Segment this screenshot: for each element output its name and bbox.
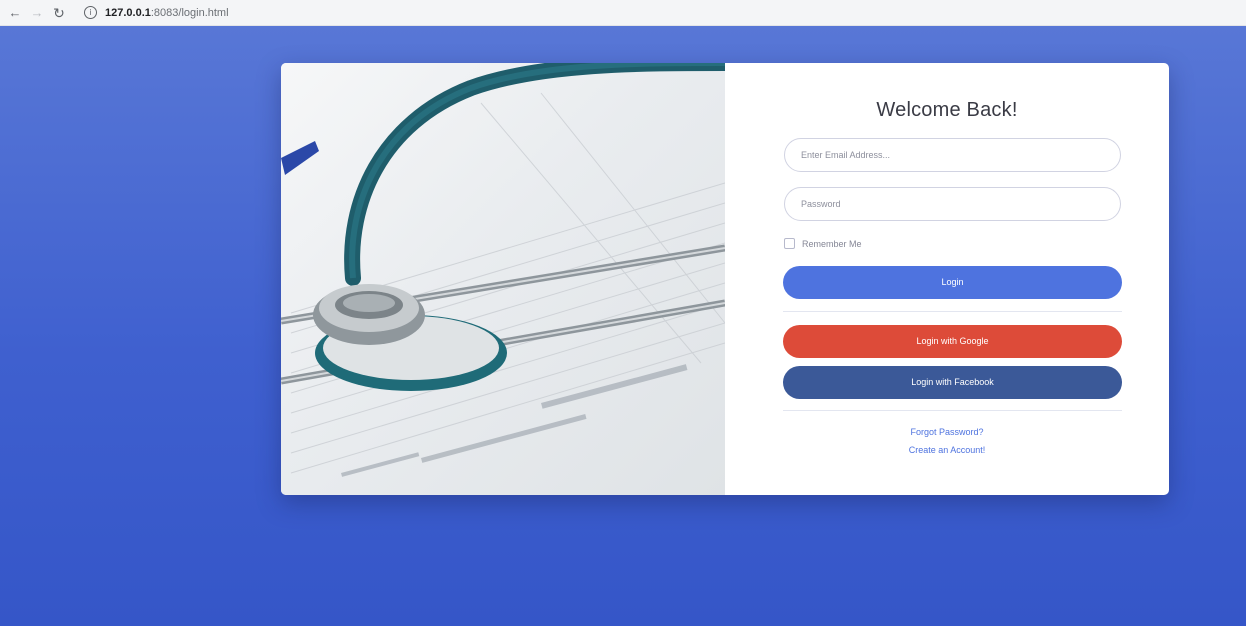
divider — [783, 410, 1122, 411]
password-field[interactable] — [784, 187, 1121, 221]
remember-label: Remember Me — [802, 238, 862, 249]
login-facebook-button[interactable]: Login with Facebook — [783, 366, 1122, 399]
browser-toolbar: ← → ↻ i 127.0.0.1:8083/login.html — [0, 0, 1246, 26]
stethoscope-image — [281, 63, 725, 495]
reload-icon[interactable]: ↻ — [48, 0, 70, 26]
address-bar[interactable]: i 127.0.0.1:8083/login.html — [84, 0, 229, 26]
url-path: :8083/login.html — [150, 6, 229, 19]
login-form: Welcome Back! Remember Me Login Login wi… — [725, 63, 1169, 495]
login-google-button[interactable]: Login with Google — [783, 325, 1122, 358]
url-host: 127.0.0.1 — [105, 6, 151, 19]
forgot-password-link[interactable]: Forgot Password? — [725, 427, 1169, 437]
stethoscope-illustration — [281, 63, 725, 477]
back-arrow-icon[interactable]: ← — [4, 0, 26, 26]
login-button[interactable]: Login — [783, 266, 1122, 299]
create-account-link[interactable]: Create an Account! — [725, 445, 1169, 455]
remember-checkbox[interactable] — [784, 238, 795, 249]
remember-me[interactable]: Remember Me — [784, 238, 862, 249]
divider — [783, 311, 1122, 312]
page-title: Welcome Back! — [876, 99, 1018, 121]
page-background: Welcome Back! Remember Me Login Login wi… — [0, 26, 1246, 626]
forward-arrow-icon[interactable]: → — [26, 0, 48, 26]
login-card: Welcome Back! Remember Me Login Login wi… — [281, 63, 1169, 495]
email-field[interactable] — [784, 138, 1121, 172]
info-icon[interactable]: i — [84, 6, 97, 19]
